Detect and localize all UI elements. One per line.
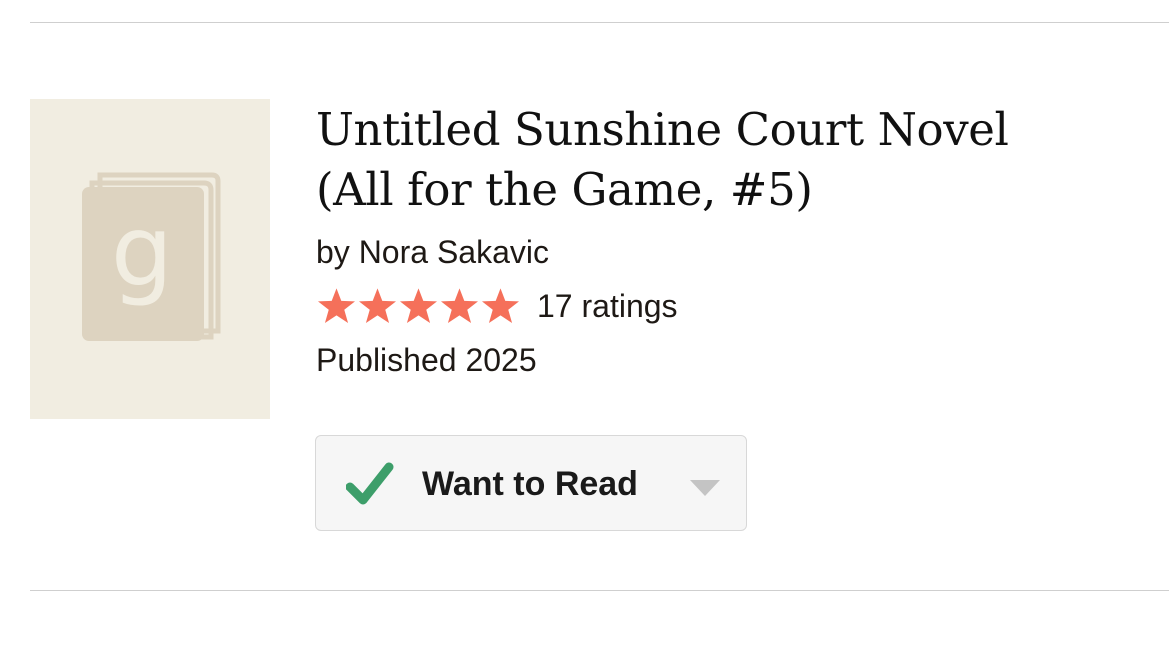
top-divider [30, 22, 1169, 23]
star-icon [399, 288, 438, 324]
chevron-down-icon[interactable] [690, 480, 720, 496]
book-title[interactable]: Untitled Sunshine Court Novel (All for t… [316, 100, 1156, 220]
ratings-count: 17 ratings [537, 288, 678, 324]
book-cover-placeholder[interactable]: g [30, 99, 270, 419]
rating-row: 17 ratings [316, 288, 1156, 324]
publication-date: Published 2025 [316, 342, 537, 378]
svg-text:g: g [111, 195, 173, 309]
book-title-line-1: Untitled Sunshine Court Novel [316, 103, 1009, 156]
check-icon [346, 462, 394, 505]
want-to-read-button[interactable]: Want to Read [315, 435, 747, 531]
book-title-line-2: (All for the Game, #5) [316, 163, 813, 216]
star-rating [316, 287, 521, 325]
want-to-read-label: Want to Read [422, 465, 638, 503]
bottom-divider [30, 590, 1169, 591]
star-icon [358, 288, 397, 324]
book-placeholder-icon: g [82, 172, 221, 341]
book-info: Untitled Sunshine Court Novel (All for t… [316, 100, 1156, 378]
star-icon [317, 288, 356, 324]
book-author[interactable]: by Nora Sakavic [316, 234, 1156, 270]
star-icon [440, 288, 479, 324]
star-icon [481, 288, 520, 324]
